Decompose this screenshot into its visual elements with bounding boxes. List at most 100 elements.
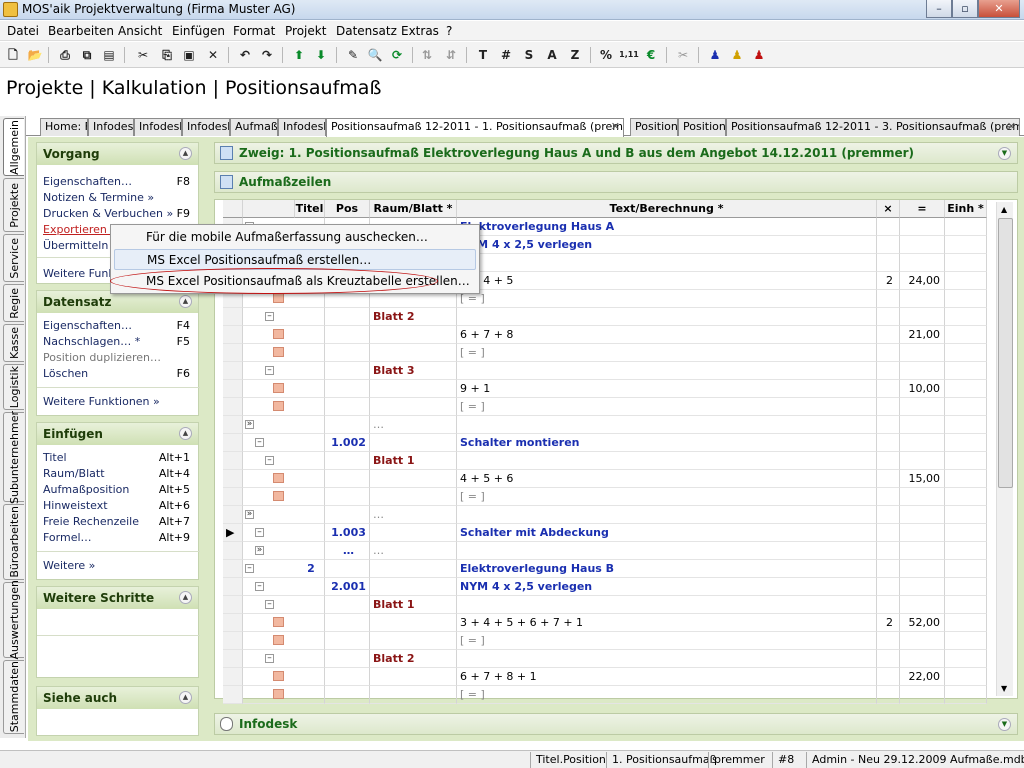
row-selector[interactable] <box>223 668 243 686</box>
table-row[interactable]: [ = ] <box>223 632 989 650</box>
percent-button[interactable]: % <box>597 46 615 64</box>
refresh-icon[interactable]: ⟳ <box>388 46 406 64</box>
x-cell[interactable] <box>877 542 900 560</box>
expand-icon[interactable]: ▼ <box>998 147 1011 160</box>
link-formel[interactable]: Formel… <box>43 531 92 544</box>
leaf-icon[interactable] <box>273 635 284 645</box>
table-row[interactable]: 6 + 7 + 8 21,00 <box>223 326 989 344</box>
row-selector[interactable] <box>223 578 243 596</box>
collapse-icon[interactable]: – <box>255 438 264 447</box>
tree-cell[interactable]: – <box>243 308 295 326</box>
column-header[interactable] <box>223 200 243 218</box>
link-drucken[interactable]: Drucken & Verbuchen » <box>43 207 173 220</box>
pos-cell[interactable] <box>325 344 370 362</box>
row-selector[interactable] <box>223 596 243 614</box>
table-row[interactable]: – Blatt 3 <box>223 362 989 380</box>
column-header[interactable]: Titel <box>295 200 325 218</box>
leaf-icon[interactable] <box>273 491 284 501</box>
x-cell[interactable]: 2 <box>877 272 900 290</box>
titel-cell[interactable] <box>295 488 325 506</box>
text-cell[interactable]: [ = ] <box>457 632 877 650</box>
vtab-regie[interactable]: Regie <box>3 284 24 322</box>
vtab-bueroarbeiten[interactable]: Büroarbeiten <box>3 504 24 580</box>
text-cell[interactable]: Schalter mit Abdeckung <box>457 524 877 542</box>
eq-cell[interactable] <box>900 542 945 560</box>
maximize-button[interactable]: ▫ <box>952 0 978 18</box>
raum-cell[interactable] <box>370 380 457 398</box>
pos-cell[interactable] <box>325 452 370 470</box>
link-raum-blatt[interactable]: Raum/Blatt <box>43 467 105 480</box>
pos-cell[interactable] <box>325 614 370 632</box>
collapse-icon[interactable]: ▲ <box>179 427 192 440</box>
titel-cell[interactable]: 2 <box>295 560 325 578</box>
tab-positionsaufmass-1[interactable]: Positionsaufmaß 12-2011 - 1. Positionsau… <box>326 118 624 137</box>
einheit-cell[interactable] <box>945 254 987 272</box>
tree-cell[interactable] <box>243 614 295 632</box>
einheit-cell[interactable] <box>945 398 987 416</box>
s-button[interactable]: S <box>520 46 538 64</box>
eq-cell[interactable] <box>900 632 945 650</box>
leaf-icon[interactable] <box>273 689 284 699</box>
collapse-icon[interactable]: – <box>265 366 274 375</box>
titel-cell[interactable] <box>295 434 325 452</box>
raum-cell[interactable] <box>370 326 457 344</box>
text-cell[interactable] <box>457 506 877 524</box>
tree-cell[interactable] <box>243 380 295 398</box>
row-selector[interactable]: ▶ <box>223 524 243 542</box>
titel-cell[interactable] <box>295 614 325 632</box>
collapse-icon[interactable]: – <box>245 564 254 573</box>
delete-icon[interactable]: ✕ <box>204 46 222 64</box>
expand-icon[interactable]: » <box>255 546 264 555</box>
vtab-service[interactable]: Service <box>3 234 24 282</box>
einheit-cell[interactable] <box>945 578 987 596</box>
raum-cell[interactable]: … <box>370 542 457 560</box>
table-row[interactable]: »… <box>223 506 989 524</box>
menu-item-mobile-checkout[interactable]: Für die mobile Aufmaßerfassung auschecke… <box>114 227 476 248</box>
einheit-cell[interactable] <box>945 524 987 542</box>
pos-cell[interactable] <box>325 632 370 650</box>
text-cell[interactable]: [ = ] <box>457 290 877 308</box>
tree-cell[interactable]: – <box>243 650 295 668</box>
tab-infodesk-2[interactable]: Infodesk <box>134 118 182 136</box>
raum-cell[interactable] <box>370 344 457 362</box>
table-row[interactable]: – 1.002 Schalter montieren <box>223 434 989 452</box>
column-header[interactable]: Text/Berechnung * <box>457 200 877 218</box>
leaf-icon[interactable] <box>273 671 284 681</box>
copy-icon[interactable]: ⎘ <box>158 46 176 64</box>
redo-icon[interactable]: ↷ <box>258 46 276 64</box>
raum-cell[interactable] <box>370 668 457 686</box>
text-cell[interactable] <box>457 542 877 560</box>
table-row[interactable]: 6 + 7 + 8 + 1 22,00 <box>223 668 989 686</box>
row-selector[interactable] <box>223 362 243 380</box>
einheit-cell[interactable] <box>945 218 987 236</box>
titel-cell[interactable] <box>295 470 325 488</box>
tab-infodesk-3[interactable]: Infodesk <box>182 118 230 136</box>
text-cell[interactable]: 3 + 4 + 5 <box>457 272 877 290</box>
raum-cell[interactable]: … <box>370 506 457 524</box>
tree-cell[interactable] <box>243 686 295 704</box>
einheit-cell[interactable] <box>945 596 987 614</box>
einheit-cell[interactable] <box>945 686 987 704</box>
tree-cell[interactable]: – <box>243 434 295 452</box>
x-cell[interactable] <box>877 452 900 470</box>
einheit-cell[interactable] <box>945 470 987 488</box>
pos-cell[interactable] <box>325 596 370 614</box>
pos-cell[interactable] <box>325 650 370 668</box>
vtab-projekte[interactable]: Projekte <box>3 178 24 232</box>
tab-home[interactable]: Home: F <box>40 118 88 136</box>
collapse-icon[interactable]: ▲ <box>179 691 192 704</box>
eq-cell[interactable] <box>900 650 945 668</box>
tab-positionsaufmass-3[interactable]: Positionsaufmaß 12-2011 - 3. Positionsau… <box>726 118 1020 136</box>
raum-cell[interactable] <box>370 434 457 452</box>
einheit-cell[interactable] <box>945 344 987 362</box>
tree-cell[interactable] <box>243 344 295 362</box>
x-cell[interactable] <box>877 308 900 326</box>
text-cell[interactable]: Elektroverlegung Haus B <box>457 560 877 578</box>
link-freie-rechenzeile[interactable]: Freie Rechenzeile <box>43 515 139 528</box>
eq-cell[interactable] <box>900 452 945 470</box>
a-button[interactable]: A <box>543 46 561 64</box>
column-header[interactable]: = <box>900 200 945 218</box>
infodesk-bar[interactable]: Infodesk ▼ <box>214 713 1018 735</box>
titel-cell[interactable] <box>295 362 325 380</box>
menu-datensatz[interactable]: Datensatz <box>336 24 397 38</box>
